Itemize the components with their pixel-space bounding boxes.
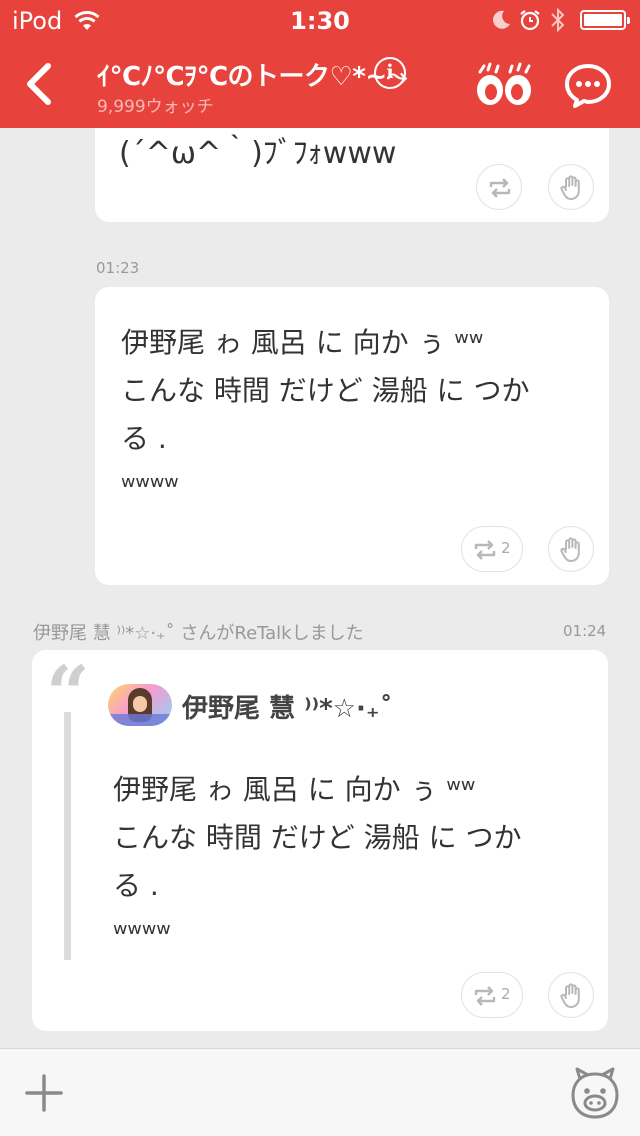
like-button[interactable]	[548, 972, 594, 1018]
moon-icon	[493, 10, 510, 29]
quoted-username[interactable]: 伊野尾 慧 ⁾⁾*☆·₊˚	[182, 688, 393, 725]
plus-icon[interactable]	[24, 1073, 64, 1113]
watch-count: 9,999ウォッチ	[97, 97, 214, 117]
status-time: 1:30	[290, 7, 350, 35]
retalk-button[interactable]: 2	[461, 526, 523, 572]
status-bar: iPod 1:30	[0, 0, 640, 40]
retalk-icon	[474, 986, 496, 1006]
like-button[interactable]	[548, 526, 594, 572]
hand-icon	[560, 983, 580, 1008]
retalk-timestamp: 01:24	[563, 622, 607, 640]
hand-icon	[560, 175, 580, 200]
message-text: 伊野尾 ゎ 風呂 に 向か ぅ ʷʷ こんな 時間 だけど 湯船 に つか る …	[121, 326, 530, 503]
talk-title: ｲ℃ﾉ℃ｦ℃のトーク♡*~⤳	[97, 62, 407, 92]
nav-bar: ｲ℃ﾉ℃ｦ℃のトーク♡*~⤳ 9,999ウォッチ i	[0, 40, 640, 128]
retalk-icon	[474, 540, 496, 560]
retalk-notice: 伊野尾 慧 ⁾⁾*☆·₊˚ さんがReTalkしました	[33, 623, 364, 644]
alarm-icon	[520, 10, 540, 31]
message-text: (´^ω^｀)ﾌﾞﾌｫwww	[119, 136, 397, 171]
info-icon[interactable]: i	[374, 57, 406, 89]
hand-icon	[560, 537, 580, 562]
bluetooth-icon	[551, 7, 565, 33]
avatar[interactable]	[108, 684, 172, 726]
retalk-button[interactable]	[476, 164, 522, 210]
retalk-count: 2	[501, 985, 511, 1003]
message-timestamp: 01:23	[96, 259, 140, 277]
chevron-left-icon[interactable]	[20, 58, 60, 110]
like-button[interactable]	[548, 164, 594, 210]
message-card: 伊野尾 ゎ 風呂 に 向か ぅ ʷʷ こんな 時間 だけど 湯船 に つか る …	[95, 287, 609, 585]
header-bar: iPod 1:30 ｲ℃ﾉ℃ｦ℃のトーク♡*~⤳ 9,999ウォッチ i	[0, 0, 640, 128]
retalk-button[interactable]: 2	[461, 972, 523, 1018]
retalk-card: “ 伊野尾 慧 ⁾⁾*☆·₊˚ 伊野尾 ゎ 風呂 に 向か ぅ ʷʷ こんな 時…	[32, 650, 608, 1031]
quote-bar	[64, 712, 71, 960]
quoted-message-text: 伊野尾 ゎ 風呂 に 向か ぅ ʷʷ こんな 時間 だけど 湯船 に つか る …	[113, 773, 522, 950]
battery-icon	[580, 10, 630, 30]
mascot-icon[interactable]	[568, 1065, 622, 1121]
retalk-count: 2	[501, 539, 511, 557]
chat-bubble-icon[interactable]	[564, 62, 612, 108]
retalk-icon	[489, 178, 511, 198]
eyes-icon[interactable]	[474, 62, 534, 108]
bottom-bar	[0, 1048, 640, 1136]
